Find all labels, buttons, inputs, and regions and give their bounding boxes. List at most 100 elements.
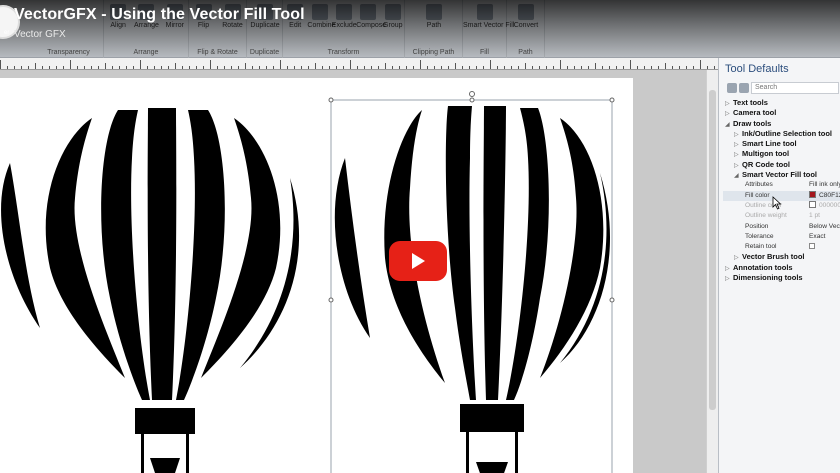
ruler-tick	[665, 63, 666, 69]
tree-item[interactable]: ▷ Camera tool	[723, 108, 840, 118]
ruler-tick	[441, 66, 442, 69]
ruler-tick	[637, 66, 638, 69]
property-name: Tolerance	[745, 232, 774, 240]
ruler-tick	[560, 60, 561, 69]
property-name: Position	[745, 222, 769, 230]
balloon-right[interactable]	[334, 106, 611, 473]
property-row[interactable]: Attributes Fill ink only	[723, 180, 840, 190]
property-value-text: Below Vector	[809, 222, 840, 230]
ruler-tick	[98, 66, 99, 69]
ruler-tick	[399, 66, 400, 69]
tool-defaults-panel: Tool Defaults Search ▷ Text tools ▷ Camera …	[718, 58, 840, 473]
ruler-tick	[434, 66, 435, 69]
ruler-tick	[714, 66, 715, 69]
ruler-tick	[616, 66, 617, 69]
ruler-tick	[364, 66, 365, 69]
tree-item[interactable]: ▷ Dimensioning tools	[723, 273, 840, 283]
tree-item-label: Text tools	[733, 98, 768, 107]
retain-tool-checkbox[interactable]	[809, 243, 815, 250]
tree-item[interactable]: ▷ Smart Line tool	[723, 139, 840, 149]
property-value[interactable]: Exact	[809, 232, 826, 242]
ruler-tick	[497, 66, 498, 69]
ruler-tick	[301, 66, 302, 69]
expand-arrow-icon[interactable]: ▷	[725, 274, 733, 284]
ruler-tick	[70, 60, 71, 69]
tree-item[interactable]: ▷ Annotation tools	[723, 263, 840, 273]
property-row[interactable]: Retain tool	[723, 242, 840, 252]
ruler-tick	[28, 66, 29, 69]
ruler-tick	[329, 66, 330, 69]
property-row[interactable]: Tolerance Exact	[723, 232, 840, 242]
video-title[interactable]: VectorGFX - Using the Vector Fill Tool	[14, 6, 305, 24]
scrollbar-thumb[interactable]	[709, 90, 716, 410]
drawing-page[interactable]	[0, 78, 633, 473]
property-row[interactable]: Outline weight 1 pt	[723, 211, 840, 221]
ruler-tick	[182, 66, 183, 69]
ruler-tick	[623, 66, 624, 69]
ruler-tick	[77, 66, 78, 69]
property-value-text: 000000	[819, 201, 840, 209]
ruler-tick	[406, 66, 407, 69]
property-value[interactable]: 000000	[809, 200, 840, 211]
balloon-left[interactable]	[1, 108, 300, 473]
ruler-tick	[0, 60, 1, 69]
ruler-tick	[546, 66, 547, 69]
ruler-tick	[700, 60, 701, 69]
ruler-tick	[511, 66, 512, 69]
ruler-tick	[308, 66, 309, 69]
ruler-tick	[259, 66, 260, 69]
ruler-tick	[574, 66, 575, 69]
horizontal-ruler	[0, 58, 718, 70]
ruler-tick	[42, 66, 43, 69]
ruler-tick	[287, 66, 288, 69]
property-value[interactable]: Below Vector	[809, 222, 840, 232]
ruler-tick	[161, 66, 162, 69]
ruler-tick	[154, 66, 155, 69]
color-swatch[interactable]	[809, 200, 816, 208]
tree-item[interactable]: ▷ Vector Brush tool	[723, 252, 840, 262]
ruler-tick	[525, 63, 526, 69]
tree-item[interactable]: ◢ Smart Vector Fill tool	[723, 170, 840, 180]
tree-item[interactable]: ▷ Text tools	[723, 98, 840, 108]
tree-item-label: Smart Vector Fill tool	[742, 170, 818, 180]
ruler-tick	[483, 66, 484, 69]
property-row[interactable]: Position Below Vector	[723, 222, 840, 232]
tree-item[interactable]: ▷ Ink/Outline Selection tool	[723, 129, 840, 139]
property-name: Retain tool	[745, 243, 777, 251]
property-value[interactable]: 1 pt	[809, 211, 820, 221]
vertical-scrollbar[interactable]	[706, 70, 718, 473]
ruler-tick	[462, 66, 463, 69]
ruler-tick	[266, 66, 267, 69]
ruler-tick	[427, 66, 428, 69]
tree-item[interactable]: ◢ Draw tools	[723, 119, 840, 129]
sort-icon[interactable]	[727, 83, 737, 93]
tree-item-label: Draw tools	[733, 118, 772, 128]
ruler-tick	[175, 63, 176, 69]
channel-name[interactable]: Vector GFX	[14, 29, 66, 40]
panel-search-input[interactable]: Search	[751, 82, 839, 94]
tree-item[interactable]: ▷ QR Code tool	[723, 160, 840, 170]
property-value[interactable]: C80F12	[809, 190, 840, 201]
filter-icon[interactable]	[739, 83, 749, 93]
property-value[interactable]	[809, 242, 815, 252]
ruler-tick	[112, 66, 113, 69]
ruler-tick	[595, 63, 596, 69]
tree-item-label: QR Code tool	[742, 159, 790, 169]
drawing-canvas[interactable]	[0, 70, 718, 473]
color-swatch[interactable]	[809, 190, 816, 198]
ruler-tick	[504, 66, 505, 69]
ruler-tick	[588, 66, 589, 69]
property-value[interactable]: Fill ink only	[809, 180, 840, 190]
ruler-tick	[280, 60, 281, 69]
ruler-tick	[343, 66, 344, 69]
tree-item-label: Smart Line tool	[742, 139, 797, 149]
play-button[interactable]	[389, 241, 447, 281]
ruler-tick	[210, 60, 211, 69]
mouse-pointer-icon	[772, 196, 782, 210]
ruler-tick	[84, 66, 85, 69]
ruler-tick	[7, 66, 8, 69]
ruler-tick	[567, 66, 568, 69]
tree-item[interactable]: ▷ Multigon tool	[723, 149, 840, 159]
ruler-tick	[126, 66, 127, 69]
property-name: Attributes	[745, 181, 773, 189]
